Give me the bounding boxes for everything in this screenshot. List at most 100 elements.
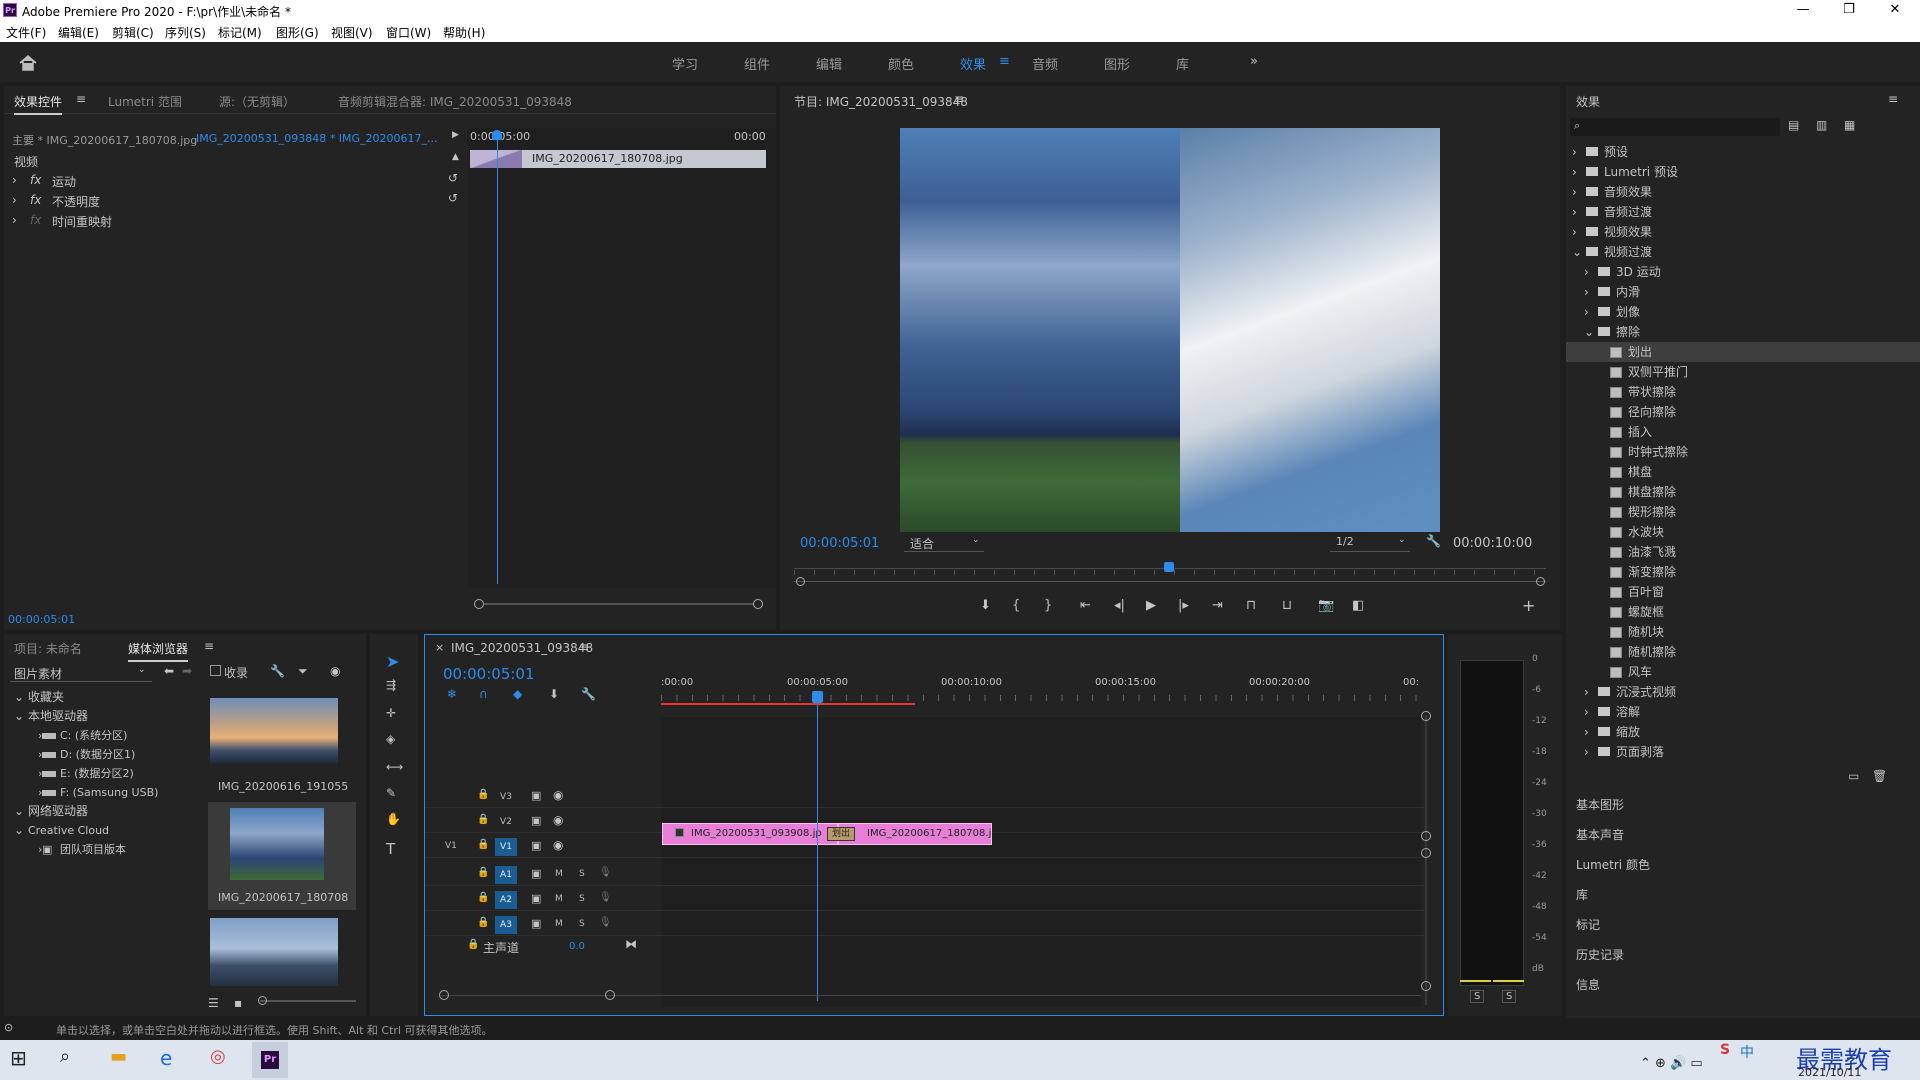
expand-arrow-icon[interactable]: › bbox=[1584, 282, 1589, 302]
transition-marker[interactable]: 划出 bbox=[827, 827, 855, 841]
panel-menu-icon[interactable]: ≡ bbox=[204, 639, 214, 653]
track-lock-icon[interactable]: 🔒 bbox=[477, 892, 489, 903]
timeline-clip-2[interactable]: IMG_20200617_180708.j bbox=[838, 823, 992, 845]
horizontal-scrollbar[interactable] bbox=[441, 995, 1421, 996]
reset-icon[interactable]: ↺ bbox=[448, 191, 458, 205]
transition-item[interactable]: 随机擦除 bbox=[1566, 642, 1920, 662]
side-panel-essential-graphics[interactable]: 基本图形 bbox=[1576, 796, 1624, 813]
solo-button[interactable]: S bbox=[579, 894, 585, 904]
expand-arrow-icon[interactable]: › bbox=[12, 173, 17, 187]
fx-row-opacity[interactable]: › fx 不透明度 ↺ bbox=[12, 191, 468, 211]
expand-arrow-icon[interactable]: › bbox=[12, 193, 17, 207]
master-clip-label[interactable]: 主要 * IMG_20200617_180708.jpg bbox=[12, 132, 197, 148]
transition-item[interactable]: 带状擦除 bbox=[1566, 382, 1920, 402]
menu-sequence[interactable]: 序列(S) bbox=[165, 24, 206, 41]
media-tree-item[interactable]: ⌄ 本地驱动器 bbox=[4, 707, 204, 726]
linked-selection-icon[interactable]: ◆ bbox=[513, 687, 522, 701]
expand-arrow-icon[interactable]: › bbox=[1572, 222, 1577, 242]
hscroll-left-handle[interactable] bbox=[439, 990, 449, 1000]
ec-timecode[interactable]: 00:00:05:01 bbox=[8, 613, 75, 626]
track-target-toggle[interactable]: V1 bbox=[495, 838, 517, 856]
media-tree-item[interactable]: ⌄ Creative Cloud bbox=[4, 821, 204, 840]
ripple-edit-tool-icon[interactable]: ✛ bbox=[386, 706, 396, 720]
effects-folder[interactable]: › 视频效果 bbox=[1566, 222, 1920, 242]
menu-window[interactable]: 窗口(W) bbox=[386, 24, 431, 41]
ec-playhead-handle[interactable] bbox=[492, 130, 502, 140]
view-icon[interactable]: ◉ bbox=[330, 664, 340, 678]
track-visibility-eye-icon[interactable]: ◉ bbox=[553, 838, 563, 852]
media-thumb-3[interactable] bbox=[210, 918, 338, 986]
mute-button[interactable]: M bbox=[555, 894, 563, 904]
maximize-icon[interactable]: ❐ bbox=[1826, 1, 1872, 19]
media-thumb-1[interactable] bbox=[210, 698, 338, 764]
expand-arrow-icon[interactable]: ⌄ bbox=[14, 707, 24, 726]
track-target-toggle[interactable]: V2 bbox=[495, 813, 517, 831]
expand-arrow-icon[interactable]: › bbox=[1572, 142, 1577, 162]
expand-arrow-icon[interactable]: › bbox=[1572, 162, 1577, 182]
track-target-toggle[interactable]: V3 bbox=[495, 788, 517, 806]
panel-menu-icon[interactable]: ≡ bbox=[76, 92, 86, 106]
quality-dropdown[interactable]: 1/2 ⌄ bbox=[1330, 534, 1410, 552]
effects-subfolder[interactable]: › 溶解 bbox=[1566, 702, 1920, 722]
effects-subfolder[interactable]: › 划像 bbox=[1566, 302, 1920, 322]
expand-arrow-icon[interactable]: › bbox=[1584, 682, 1589, 702]
collapse-icon[interactable]: ▲ bbox=[452, 152, 459, 162]
track-target-toggle[interactable]: A1 bbox=[495, 866, 517, 884]
solo-right-button[interactable]: S bbox=[1502, 990, 1517, 1003]
expand-arrow-icon[interactable]: › bbox=[1584, 742, 1589, 762]
tab-color[interactable]: 颜色 bbox=[888, 54, 914, 73]
nest-icon[interactable]: ❄ bbox=[447, 687, 457, 701]
tab-learn[interactable]: 学习 bbox=[672, 54, 698, 73]
effects-folder[interactable]: ⌄ 视频过渡 bbox=[1566, 242, 1920, 262]
menu-help[interactable]: 帮助(H) bbox=[443, 24, 485, 41]
side-panel-libraries[interactable]: 库 bbox=[1576, 886, 1588, 903]
go-to-in-icon[interactable]: ⇤ bbox=[1080, 598, 1091, 613]
expand-arrow-icon[interactable]: › bbox=[12, 213, 17, 227]
yuv-effects-icon[interactable]: ▦ bbox=[1844, 118, 1855, 132]
expand-arrow-icon[interactable]: › bbox=[1584, 722, 1589, 742]
transition-item[interactable]: 油漆飞溅 bbox=[1566, 542, 1920, 562]
go-to-out-icon[interactable]: ⇥ bbox=[1212, 598, 1223, 613]
expand-arrow-icon[interactable]: ⌄ bbox=[1584, 322, 1594, 342]
media-tree-item[interactable]: › C: (系统分区) bbox=[4, 726, 204, 745]
tab-audio-clip-mixer[interactable]: 音频剪辑混合器: IMG_20200531_093848 bbox=[338, 93, 572, 110]
program-playhead-icon[interactable] bbox=[1164, 562, 1174, 572]
file-explorer-icon[interactable]: ▬ bbox=[110, 1046, 142, 1074]
side-panel-info[interactable]: 信息 bbox=[1576, 976, 1600, 993]
transition-item[interactable]: 随机块 bbox=[1566, 622, 1920, 642]
effects-subfolder[interactable]: › 内滑 bbox=[1566, 282, 1920, 302]
menu-view[interactable]: 视图(V) bbox=[331, 24, 373, 41]
pen-tool-icon[interactable]: ✎ bbox=[386, 786, 396, 800]
ec-scrollbar[interactable] bbox=[484, 603, 754, 605]
new-bin-icon[interactable]: ▭ bbox=[1848, 769, 1859, 783]
lift-icon[interactable]: ⊓ bbox=[1246, 598, 1256, 613]
track-lock-icon[interactable]: 🔒 bbox=[477, 917, 489, 928]
tab-effects-menu-icon[interactable]: ≡ bbox=[999, 54, 1010, 69]
comparison-view-icon[interactable]: ◧ bbox=[1352, 598, 1364, 613]
solo-button[interactable]: S bbox=[579, 919, 585, 929]
go-to-end-icon[interactable]: ⧓ bbox=[625, 937, 637, 951]
slip-tool-icon[interactable]: ⟷ bbox=[386, 760, 403, 774]
expand-arrow-icon[interactable]: › bbox=[1584, 302, 1589, 322]
program-timecode[interactable]: 00:00:05:01 bbox=[800, 536, 879, 551]
voice-over-record-icon[interactable]: 🎙 bbox=[599, 892, 612, 903]
media-tree-item[interactable]: › D: (数据分区1) bbox=[4, 745, 204, 764]
timeline-clip-1[interactable]: IMG_20200531_093908.jp bbox=[662, 823, 838, 845]
transition-item[interactable]: 渐变擦除 bbox=[1566, 562, 1920, 582]
vscroll-bottom-handle[interactable] bbox=[1421, 981, 1431, 991]
master-volume-value[interactable]: 0.0 bbox=[569, 941, 585, 952]
sync-lock-icon[interactable]: ▣ bbox=[531, 892, 541, 905]
taskbar-premiere-active[interactable]: Pr bbox=[252, 1042, 288, 1078]
transition-item[interactable]: 百叶窗 bbox=[1566, 582, 1920, 602]
track-target-toggle[interactable]: A2 bbox=[495, 891, 517, 909]
program-monitor-title[interactable]: 节目: IMG_20200531_093848 bbox=[794, 93, 968, 110]
mark-out-icon[interactable]: } bbox=[1044, 598, 1052, 613]
expand-arrow-icon[interactable]: ⌄ bbox=[14, 802, 24, 821]
track-lock-icon[interactable]: 🔒 bbox=[477, 789, 489, 800]
edge-browser-icon[interactable]: e bbox=[160, 1046, 192, 1074]
track-lock-icon[interactable]: 🔒 bbox=[477, 839, 489, 850]
transition-item[interactable]: 楔形擦除 bbox=[1566, 502, 1920, 522]
sync-lock-icon[interactable]: ▣ bbox=[531, 917, 541, 930]
zoom-handle-left[interactable] bbox=[796, 577, 805, 586]
voice-over-record-icon[interactable]: 🎙 bbox=[599, 867, 612, 878]
